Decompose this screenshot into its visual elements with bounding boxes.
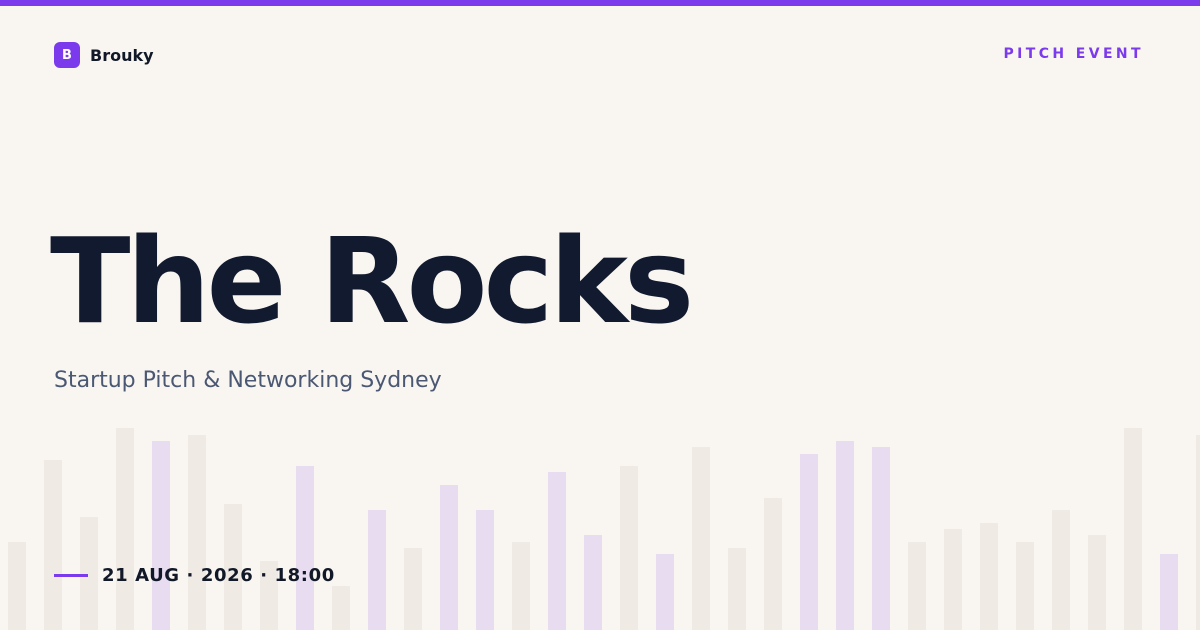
decor-bar xyxy=(908,542,926,630)
decor-bar xyxy=(116,428,134,630)
decor-bar xyxy=(548,472,566,630)
decor-bar xyxy=(188,435,206,630)
decor-bar xyxy=(1124,428,1142,630)
decor-bar xyxy=(1052,510,1070,630)
decor-bar xyxy=(296,466,314,630)
event-date: 21 AUG · 2026 · 18:00 xyxy=(102,565,335,586)
decor-bar xyxy=(1016,542,1034,630)
decor-bar xyxy=(404,548,422,630)
decor-bar xyxy=(728,548,746,630)
decor-bar xyxy=(8,542,26,630)
decor-bar xyxy=(440,485,458,630)
brand-name: Brouky xyxy=(90,45,154,65)
date-accent-line xyxy=(54,574,88,577)
decor-bar xyxy=(1160,554,1178,630)
decor-bar xyxy=(1088,535,1106,630)
decor-bar xyxy=(764,498,782,630)
decor-bar xyxy=(584,535,602,630)
decor-bar xyxy=(368,510,386,630)
event-subtitle: Startup Pitch & Networking Sydney xyxy=(54,368,442,393)
decor-bar xyxy=(152,441,170,630)
decor-bar xyxy=(944,529,962,630)
event-type-label: PITCH EVENT xyxy=(1003,46,1144,62)
decor-bar xyxy=(980,523,998,630)
decor-bar xyxy=(656,554,674,630)
top-accent-bar xyxy=(0,0,1200,6)
brand[interactable]: B Brouky xyxy=(54,42,154,68)
decor-bar xyxy=(800,454,818,630)
decor-bar xyxy=(476,510,494,630)
decor-bar xyxy=(692,447,710,630)
event-title: The Rocks xyxy=(50,212,694,350)
decor-bar xyxy=(1196,435,1200,630)
event-date-row: 21 AUG · 2026 · 18:00 xyxy=(54,565,335,586)
decor-bar xyxy=(872,447,890,630)
decor-bar xyxy=(620,466,638,630)
decor-bar xyxy=(836,441,854,630)
decor-bar xyxy=(44,460,62,630)
decor-bar xyxy=(332,586,350,630)
decor-bar xyxy=(512,542,530,630)
brand-logo-icon: B xyxy=(54,42,80,68)
